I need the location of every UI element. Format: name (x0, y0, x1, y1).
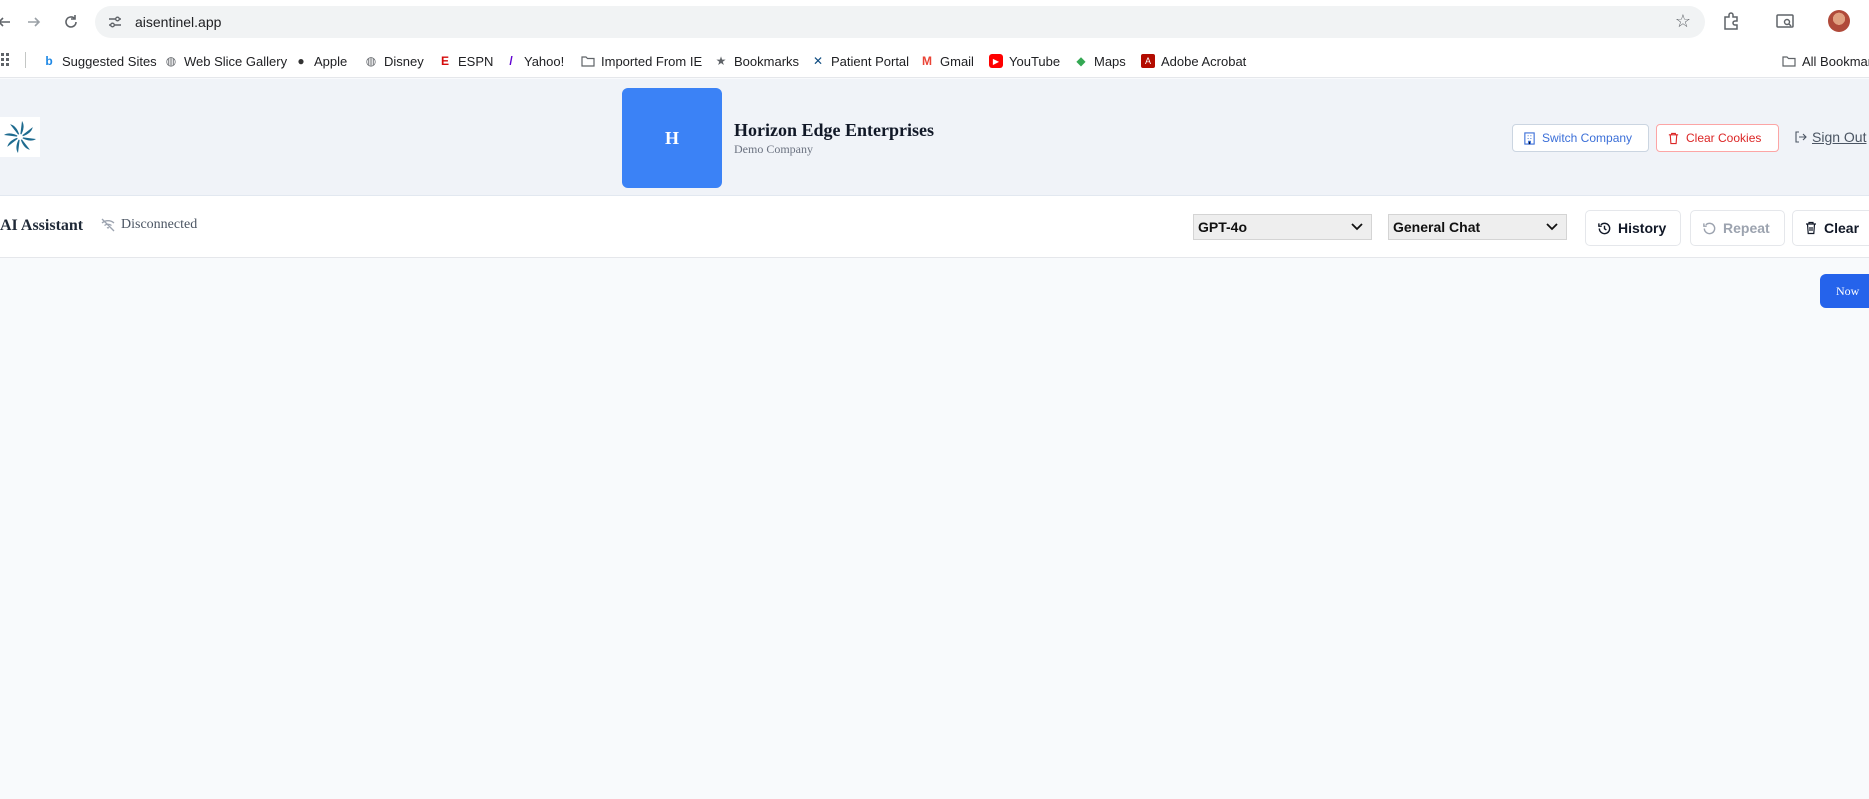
bookmarks-divider (25, 52, 26, 68)
user-message-bubble: Now (1820, 274, 1869, 308)
reload-icon (65, 15, 77, 28)
clear-cookies-label: Clear Cookies (1686, 131, 1762, 145)
bookmark-adobe-acrobat[interactable]: A Adobe Acrobat (1141, 52, 1246, 70)
bookmark-label: Yahoo! (524, 53, 565, 69)
connection-status: Disconnected (100, 217, 197, 233)
history-icon (1598, 222, 1611, 234)
bookmark-yahoo[interactable]: / Yahoo! (504, 52, 564, 70)
bing-icon: b (45, 54, 53, 68)
company-subtitle: Demo Company (734, 142, 813, 156)
apps-grid-icon[interactable] (0, 53, 10, 67)
sign-out-icon (1795, 131, 1807, 143)
back-arrow-icon (0, 17, 10, 27)
trash-icon (1806, 221, 1816, 235)
profile-avatar[interactable] (1828, 10, 1850, 32)
all-bookmarks-label: All Bookmarks (1802, 53, 1869, 69)
bookmark-maps[interactable]: ◆ Maps (1074, 52, 1126, 70)
repeat-icon (1703, 222, 1716, 234)
reload-button[interactable] (59, 10, 83, 34)
tab-search-icon[interactable] (1774, 10, 1796, 32)
bookmark-patient-portal[interactable]: ✕ Patient Portal (811, 52, 909, 70)
switch-company-button[interactable]: Switch Company (1512, 124, 1649, 152)
bookmark-disney[interactable]: ◍ Disney (364, 52, 424, 70)
switch-company-label: Switch Company (1542, 131, 1633, 145)
extensions-icon[interactable] (1720, 10, 1742, 32)
bookmark-label: Maps (1094, 53, 1126, 69)
browser-toolbar: aisentinel.app ☆ (0, 0, 1869, 43)
bookmark-gmail[interactable]: M Gmail (920, 52, 974, 70)
gmail-icon: M (922, 54, 932, 68)
chevron-down-icon (1546, 223, 1558, 231)
bookmark-label: Gmail (940, 53, 974, 69)
assistant-title: AI Assistant (0, 217, 84, 234)
bookmark-star-icon[interactable]: ☆ (1675, 11, 1691, 32)
message-timestamp: Now (1836, 283, 1860, 298)
bookmark-bookmarks[interactable]: ★ Bookmarks (714, 52, 799, 70)
address-bar[interactable]: aisentinel.app ☆ (95, 6, 1705, 38)
mode-select-value: General Chat (1393, 219, 1481, 235)
forward-arrow-icon (28, 17, 41, 27)
wifi-off-icon (101, 218, 115, 232)
clear-cookies-button[interactable]: Clear Cookies (1656, 124, 1779, 152)
chat-area: Now (0, 258, 1869, 799)
clear-chat-button[interactable]: Clear (1792, 210, 1869, 246)
sign-out-link[interactable]: Sign Out (1794, 129, 1866, 145)
company-avatar: H (622, 88, 722, 188)
history-label: History (1618, 220, 1667, 236)
connection-status-label: Disconnected (121, 217, 198, 232)
repeat-button[interactable]: Repeat (1690, 210, 1785, 246)
bookmark-label: Apple (314, 53, 348, 69)
trash-icon (1668, 132, 1679, 144)
bookmarks-bar: b Suggested Sites ◍ Web Slice Gallery ● … (0, 43, 1869, 78)
folder-icon (1782, 56, 1796, 67)
back-button[interactable] (0, 10, 16, 34)
bookmark-suggested-sites[interactable]: b Suggested Sites (42, 52, 157, 70)
clear-chat-label: Clear (1824, 220, 1860, 236)
chevron-down-icon (1351, 223, 1363, 231)
youtube-icon: ▶ (989, 54, 1003, 68)
url-text[interactable]: aisentinel.app (135, 14, 221, 30)
model-select-value: GPT-4o (1198, 219, 1248, 235)
bookmark-label: Patient Portal (831, 53, 910, 69)
bookmark-label: ESPN (458, 53, 494, 69)
maps-icon: ◆ (1076, 54, 1086, 68)
x-icon: ✕ (812, 54, 824, 68)
forward-button[interactable] (22, 10, 46, 34)
bookmark-apple[interactable]: ● Apple (294, 52, 347, 70)
globe-icon: ◍ (165, 54, 177, 68)
bookmark-label: Web Slice Gallery (184, 53, 288, 69)
bookmark-youtube[interactable]: ▶ YouTube (989, 52, 1060, 70)
mode-select[interactable]: General Chat (1388, 214, 1567, 240)
company-name: Horizon Edge Enterprises (734, 120, 934, 140)
all-bookmarks[interactable]: All Bookmarks (1782, 52, 1869, 70)
star-icon: ★ (715, 54, 727, 68)
history-button[interactable]: History (1585, 210, 1681, 246)
bookmark-espn[interactable]: E ESPN (438, 52, 493, 70)
bookmark-label: Bookmarks (734, 53, 800, 69)
bookmark-label: Adobe Acrobat (1161, 53, 1247, 69)
model-select[interactable]: GPT-4o (1193, 214, 1372, 240)
yahoo-icon: / (509, 54, 513, 68)
folder-icon (581, 56, 595, 67)
bookmark-web-slice-gallery[interactable]: ◍ Web Slice Gallery (164, 52, 287, 70)
bookmark-label: Suggested Sites (62, 53, 157, 69)
apple-icon: ● (297, 54, 305, 68)
bookmark-label: YouTube (1009, 53, 1061, 69)
sign-out-label: Sign Out (1812, 129, 1867, 145)
building-icon (1524, 131, 1535, 145)
bookmark-label: Disney (384, 53, 424, 69)
app-logo-icon[interactable] (0, 117, 40, 157)
assistant-toolbar: AI Assistant Disconnected GPT-4o General… (0, 196, 1869, 258)
bookmark-imported-from-ie[interactable]: Imported From IE (581, 52, 702, 70)
repeat-label: Repeat (1723, 220, 1770, 236)
globe-icon: ◍ (365, 54, 377, 68)
espn-icon: E (440, 54, 449, 68)
app-header: H Horizon Edge Enterprises Demo Company … (0, 79, 1869, 196)
acrobat-icon: A (1141, 54, 1155, 68)
site-settings-icon[interactable] (107, 14, 123, 30)
bookmark-label: Imported From IE (601, 53, 703, 69)
